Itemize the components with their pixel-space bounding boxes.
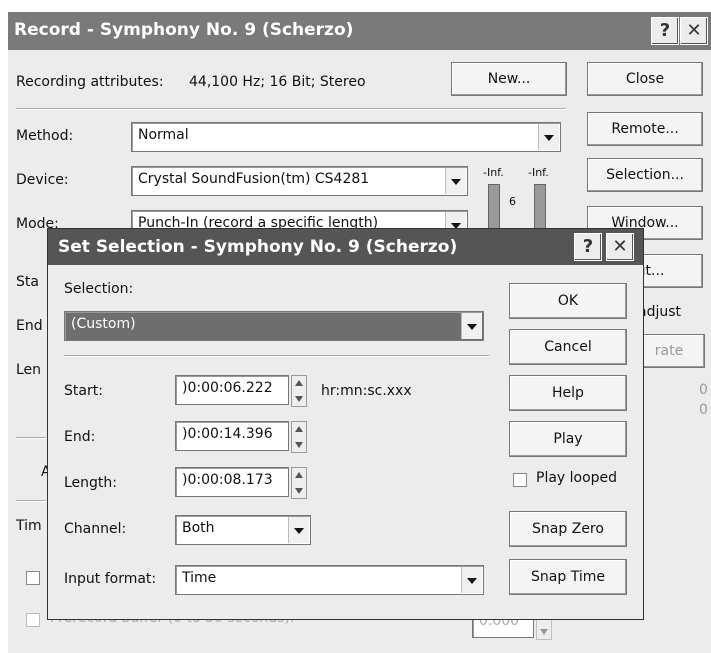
- dialog-title: Set Selection - Symphony No. 9 (Scherzo): [58, 237, 458, 257]
- end-label: End:: [64, 429, 96, 445]
- start-value: )0:00:06.222: [182, 380, 273, 396]
- help-button[interactable]: Help: [509, 375, 627, 411]
- device-value: Crystal SoundFusion(tm) CS4281: [138, 171, 370, 187]
- play-button[interactable]: Play: [509, 421, 627, 457]
- start-label: Sta: [16, 274, 39, 290]
- recording-attributes-label: Recording attributes:: [16, 74, 164, 90]
- device-select[interactable]: Crystal SoundFusion(tm) CS4281: [131, 166, 468, 196]
- device-label: Device:: [16, 172, 69, 188]
- separator: [16, 437, 46, 439]
- time-format-hint: hr:mn:sc.xxx: [321, 383, 412, 399]
- length-value: )0:00:08.173: [182, 472, 273, 488]
- method-value: Normal: [138, 127, 189, 143]
- dialog-titlebar[interactable]: Set Selection - Symphony No. 9 (Scherzo)…: [48, 229, 643, 265]
- play-looped-label: Play looped: [536, 470, 618, 486]
- close-button[interactable]: Close: [587, 62, 703, 96]
- prerecord-checkbox[interactable]: [26, 613, 40, 627]
- channel-value: Both: [182, 520, 215, 536]
- meter-right-label: -Inf.: [528, 166, 549, 179]
- end-value: )0:00:14.396: [182, 426, 273, 442]
- end-label: End: [16, 318, 43, 334]
- channel-select[interactable]: Both: [175, 515, 311, 545]
- separator: [16, 500, 46, 502]
- input-format-select[interactable]: Time: [175, 565, 484, 595]
- help-icon[interactable]: ?: [651, 17, 679, 45]
- input-format-value: Time: [182, 570, 217, 586]
- selection-button[interactable]: Selection...: [587, 158, 703, 192]
- separator: [64, 355, 489, 357]
- cancel-button[interactable]: Cancel: [509, 329, 627, 365]
- play-looped-checkbox[interactable]: [513, 473, 527, 487]
- remote-button[interactable]: Remote...: [587, 112, 703, 146]
- length-label: Length:: [64, 475, 118, 491]
- chevron-down-icon[interactable]: [461, 313, 482, 339]
- record-title: Record - Symphony No. 9 (Scherzo): [14, 20, 354, 40]
- snap-time-button[interactable]: Snap Time: [509, 559, 627, 595]
- channel-label: Channel:: [64, 521, 127, 537]
- set-selection-dialog: Set Selection - Symphony No. 9 (Scherzo)…: [47, 228, 644, 620]
- meter-left-label: -Inf.: [483, 166, 504, 179]
- length-field[interactable]: )0:00:08.173: [175, 467, 289, 497]
- method-select[interactable]: Normal: [131, 122, 561, 152]
- selection-value: (Custom): [71, 316, 136, 332]
- new-button[interactable]: New...: [451, 62, 567, 96]
- close-icon[interactable]: ✕: [680, 17, 708, 45]
- separator: [16, 108, 566, 110]
- time-label: Tim: [16, 518, 42, 534]
- length-spinner-icon[interactable]: [291, 467, 307, 499]
- close-icon[interactable]: ✕: [606, 233, 634, 261]
- method-label: Method:: [16, 128, 74, 144]
- end-field[interactable]: )0:00:14.396: [175, 421, 289, 451]
- zero-readout-2: 0: [699, 402, 708, 418]
- help-icon[interactable]: ?: [574, 233, 602, 261]
- start-field[interactable]: )0:00:06.222: [175, 375, 289, 405]
- end-spinner-icon[interactable]: [291, 421, 307, 453]
- snap-zero-button[interactable]: Snap Zero: [509, 511, 627, 547]
- zero-readout-1: 0: [699, 382, 708, 398]
- chevron-down-icon[interactable]: [445, 168, 466, 194]
- meter-tick: 6: [509, 195, 516, 208]
- selection-select[interactable]: (Custom): [64, 311, 484, 341]
- record-checkbox[interactable]: [26, 571, 40, 585]
- record-titlebar[interactable]: Record - Symphony No. 9 (Scherzo) ? ✕: [8, 12, 711, 50]
- chevron-down-icon[interactable]: [538, 124, 559, 150]
- adjust-label: adjust: [638, 304, 682, 320]
- start-spinner-icon[interactable]: [291, 375, 307, 407]
- input-format-label: Input format:: [64, 571, 157, 587]
- length-label: Len: [16, 362, 42, 378]
- selection-label: Selection:: [64, 281, 134, 297]
- recording-attributes-value: 44,100 Hz; 16 Bit; Stereo: [189, 74, 366, 90]
- chevron-down-icon[interactable]: [288, 517, 309, 543]
- start-label: Start:: [64, 383, 103, 399]
- chevron-down-icon[interactable]: [461, 567, 482, 593]
- ok-button[interactable]: OK: [509, 283, 627, 319]
